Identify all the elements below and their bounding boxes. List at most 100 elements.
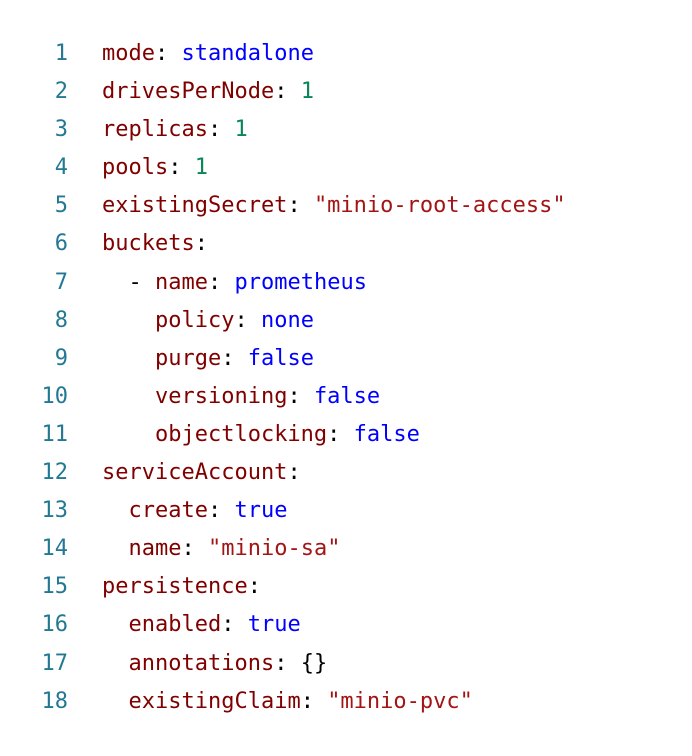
yaml-separator: : bbox=[154, 41, 182, 66]
yaml-separator: : bbox=[287, 460, 301, 486]
yaml-key: existingClaim bbox=[128, 688, 301, 714]
code-text[interactable]: pools: 1 bbox=[68, 149, 208, 187]
code-line[interactable]: 1 mode: standalone bbox=[0, 35, 692, 73]
line-number: 8 bbox=[54, 307, 68, 333]
code-text[interactable]: annotations: {} bbox=[68, 645, 328, 683]
yaml-value: false bbox=[353, 421, 420, 447]
code-editor[interactable]: 1 mode: standalone 2 drivesPerNode: 1 3 repli… bbox=[0, 0, 692, 756]
line-number: 16 bbox=[41, 612, 69, 638]
yaml-separator: : bbox=[274, 79, 301, 105]
code-text[interactable]: objectlocking: false bbox=[68, 416, 420, 454]
yaml-key: name bbox=[128, 536, 182, 562]
yaml-value: "minio-pvc" bbox=[327, 688, 473, 714]
yaml-separator: : bbox=[194, 231, 208, 257]
line-number: 14 bbox=[41, 536, 69, 562]
code-line[interactable]: 8 policy: none bbox=[0, 302, 692, 340]
line-number: 5 bbox=[54, 193, 68, 219]
yaml-separator: : bbox=[234, 307, 261, 333]
code-line[interactable]: 2 drivesPerNode: 1 bbox=[0, 73, 692, 111]
yaml-value: true bbox=[247, 612, 301, 638]
yaml-separator: : bbox=[287, 383, 314, 409]
code-text[interactable]: enabled: true bbox=[68, 606, 301, 644]
code-line[interactable]: 10 versioning: false bbox=[0, 378, 692, 416]
code-text[interactable]: replicas: 1 bbox=[68, 111, 248, 149]
code-text[interactable]: existingSecret: "minio-root-access" bbox=[68, 187, 566, 225]
line-number: 3 bbox=[54, 117, 68, 143]
yaml-key: existingSecret bbox=[102, 193, 288, 219]
yaml-value: prometheus bbox=[234, 269, 367, 295]
yaml-value: 1 bbox=[234, 117, 248, 143]
code-text[interactable]: purge: false bbox=[68, 340, 314, 378]
code-text[interactable]: persistence: bbox=[68, 568, 261, 606]
yaml-key: purge bbox=[154, 345, 222, 371]
code-line[interactable]: 12 serviceAccount: bbox=[0, 454, 692, 492]
yaml-separator: : bbox=[274, 650, 301, 676]
yaml-key: create bbox=[128, 498, 208, 524]
line-number: 4 bbox=[54, 155, 68, 181]
yaml-key: serviceAccount bbox=[102, 460, 288, 486]
code-line[interactable]: 18 existingClaim: "minio-pvc" bbox=[0, 683, 692, 721]
yaml-separator: : bbox=[247, 574, 261, 600]
yaml-key: enabled bbox=[128, 612, 222, 638]
line-number: 9 bbox=[54, 345, 68, 371]
code-line[interactable]: 3 replicas: 1 bbox=[0, 111, 692, 149]
yaml-separator: : bbox=[168, 155, 195, 181]
code-text[interactable]: mode: standalone bbox=[68, 35, 314, 73]
yaml-separator: : bbox=[287, 193, 314, 219]
code-text[interactable]: drivesPerNode: 1 bbox=[68, 73, 314, 111]
line-number: 12 bbox=[41, 460, 69, 486]
yaml-key: persistence bbox=[102, 574, 248, 600]
code-line[interactable]: 15 persistence: bbox=[0, 568, 692, 606]
yaml-separator: : bbox=[221, 345, 248, 371]
code-line[interactable]: 11 objectlocking: false bbox=[0, 416, 692, 454]
code-line[interactable]: 14 name: "minio-sa" bbox=[0, 530, 692, 568]
code-line[interactable]: 9 purge: false bbox=[0, 340, 692, 378]
line-number: 11 bbox=[41, 421, 69, 447]
yaml-separator: : bbox=[207, 117, 235, 143]
yaml-value: "minio-sa" bbox=[207, 536, 341, 562]
code-text[interactable]: buckets: bbox=[68, 225, 208, 263]
yaml-value: 1 bbox=[300, 79, 314, 105]
line-number: 10 bbox=[41, 383, 69, 409]
code-line[interactable]: 7 - name: prometheus bbox=[0, 264, 692, 302]
yaml-separator: : bbox=[207, 498, 235, 524]
yaml-key: pools bbox=[102, 155, 169, 181]
yaml-value: true bbox=[234, 498, 288, 524]
yaml-value: false bbox=[247, 345, 314, 371]
code-line[interactable]: 17 annotations: {} bbox=[0, 645, 692, 683]
code-line[interactable]: 6 buckets: bbox=[0, 225, 692, 263]
code-text[interactable]: create: true bbox=[68, 492, 288, 530]
yaml-separator: : bbox=[327, 421, 354, 447]
code-line[interactable]: 4 pools: 1 bbox=[0, 149, 692, 187]
yaml-key: policy bbox=[154, 307, 235, 333]
code-text[interactable]: serviceAccount: bbox=[68, 454, 301, 492]
code-text[interactable]: versioning: false bbox=[68, 378, 380, 416]
yaml-value: standalone bbox=[181, 41, 314, 66]
code-text[interactable]: existingClaim: "minio-pvc" bbox=[68, 683, 473, 721]
code-text[interactable]: name: "minio-sa" bbox=[68, 530, 341, 568]
code-text[interactable]: policy: none bbox=[68, 302, 314, 340]
code-line[interactable]: 5 existingSecret: "minio-root-access" bbox=[0, 187, 692, 225]
yaml-key: buckets bbox=[102, 231, 195, 257]
line-number: 13 bbox=[41, 498, 69, 524]
code-line[interactable]: 16 enabled: true bbox=[0, 606, 692, 644]
line-number: 15 bbox=[41, 574, 69, 600]
code-line[interactable]: 13 create: true bbox=[0, 492, 692, 530]
yaml-key: objectlocking bbox=[154, 421, 328, 447]
yaml-separator: : bbox=[207, 269, 235, 295]
code-text[interactable]: - name: prometheus bbox=[68, 264, 367, 302]
line-number: 1 bbox=[54, 41, 68, 66]
yaml-value: 1 bbox=[194, 155, 208, 181]
yaml-value: "minio-root-access" bbox=[313, 193, 566, 219]
yaml-key: name bbox=[155, 269, 208, 295]
